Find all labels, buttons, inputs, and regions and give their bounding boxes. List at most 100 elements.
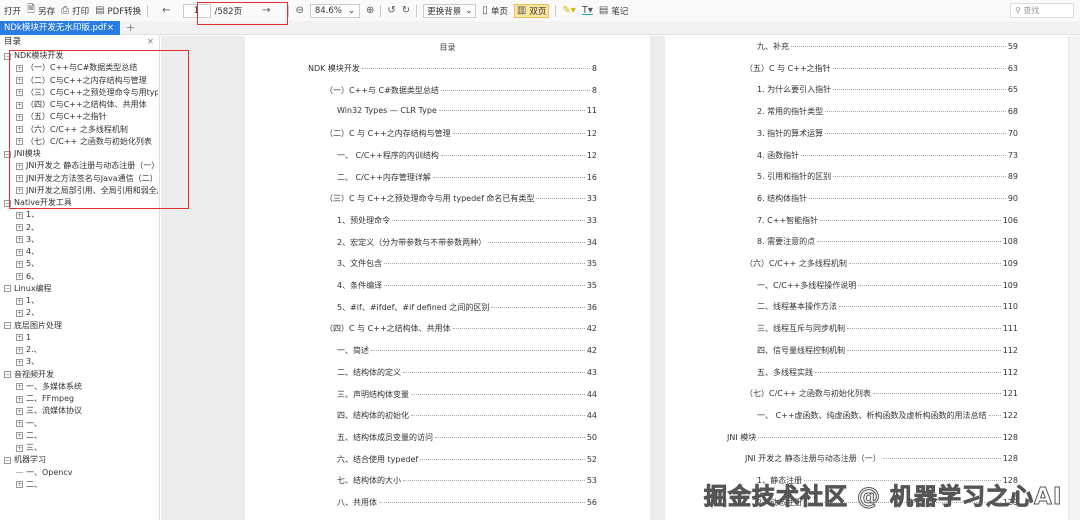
expand-icon[interactable]: +: [16, 432, 23, 440]
expand-icon[interactable]: +: [16, 395, 23, 403]
toc-entry[interactable]: 五、结构体成员变量的访问 50: [337, 432, 597, 443]
pdf-convert-button[interactable]: ▤ PDF转换: [95, 5, 141, 17]
toc-entry[interactable]: 九、补充 59: [757, 41, 1018, 52]
outline-item[interactable]: − JNI模块: [0, 148, 158, 160]
outline-item[interactable]: +2、: [0, 222, 158, 234]
zoom-out-icon[interactable]: ⊖: [295, 5, 303, 16]
toc-entry[interactable]: 4、条件编译 35: [337, 280, 597, 291]
text-color-icon[interactable]: T▾: [582, 5, 593, 16]
outline-item[interactable]: − NDK模块开发: [0, 50, 158, 62]
expand-icon[interactable]: +: [16, 162, 23, 170]
rotate-right-icon[interactable]: ↻: [402, 5, 410, 16]
toc-entry[interactable]: 三、线程互斥与同步机制 111: [757, 323, 1018, 334]
toc-entry[interactable]: JNI 开发之 静态注册与动态注册（一） 128: [745, 453, 1018, 464]
expand-icon[interactable]: +: [16, 113, 23, 121]
collapse-icon[interactable]: −: [4, 150, 11, 158]
toc-entry[interactable]: 1、预处理命令 33: [337, 215, 597, 226]
toc-entry[interactable]: 二、 C/C++内存管理详解 16: [337, 172, 597, 183]
toc-entry[interactable]: （二）C 与 C++之内存结构与管理 12: [325, 128, 597, 139]
outline-item[interactable]: + 二、FFmpeg: [0, 393, 158, 405]
outline-item[interactable]: + （七）C/C++ 之函数与初始化列表: [0, 136, 158, 148]
toc-entry[interactable]: 一、C/C++多线程操作说明 109: [757, 280, 1018, 291]
page-number-input[interactable]: 1: [182, 3, 211, 18]
toc-entry[interactable]: （一）C++与 C#数据类型总结 8: [325, 85, 597, 96]
toc-entry[interactable]: 七、结构体的大小 53: [337, 475, 597, 486]
expand-icon[interactable]: +: [16, 248, 23, 256]
print-button[interactable]: ⎙ 打印: [61, 5, 89, 17]
outline-item[interactable]: − 音视频开发: [0, 369, 158, 381]
expand-icon[interactable]: +: [16, 309, 23, 317]
toc-entry[interactable]: 4. 函数指针 73: [757, 150, 1018, 161]
outline-item[interactable]: − Native开发工具: [0, 197, 158, 209]
toc-entry[interactable]: 2. 常用的指针类型 68: [757, 106, 1018, 117]
outline-item[interactable]: +4、: [0, 246, 158, 258]
close-tab-icon[interactable]: ×: [107, 21, 114, 35]
outline-item[interactable]: 一、Opencv: [0, 467, 158, 479]
outline-item[interactable]: +6、: [0, 271, 158, 283]
toc-entry[interactable]: （六）C/C++ 之多线程机制 109: [745, 258, 1018, 269]
vertical-scrollbar[interactable]: [1070, 36, 1080, 520]
note-button[interactable]: ▤ 笔记: [599, 5, 628, 17]
outline-item[interactable]: + 三、: [0, 442, 158, 454]
close-sidebar-icon[interactable]: ×: [147, 36, 154, 49]
add-tab-button[interactable]: +: [126, 21, 135, 34]
outline-item[interactable]: + （六）C/C++ 之多线程机制: [0, 124, 158, 136]
toc-entry[interactable]: 八、共用体 56: [337, 497, 597, 508]
expand-icon[interactable]: +: [16, 334, 23, 342]
tab-document[interactable]: NDk模块开发无水印版.pdf ×: [0, 21, 120, 35]
collapse-icon[interactable]: −: [4, 456, 11, 464]
expand-icon[interactable]: +: [16, 126, 23, 134]
outline-item[interactable]: +1: [0, 332, 158, 344]
expand-icon[interactable]: +: [16, 236, 23, 244]
collapse-icon[interactable]: −: [4, 285, 11, 293]
toc-entry[interactable]: （四）C 与 C++之结构体、共用体 42: [325, 323, 597, 334]
outline-item[interactable]: +5、: [0, 258, 158, 270]
toc-entry[interactable]: 6. 结构体指针 90: [757, 193, 1018, 204]
toc-entry[interactable]: NDK 模块开发 8: [308, 63, 597, 74]
expand-icon[interactable]: +: [16, 444, 23, 452]
toc-entry[interactable]: 3、文件包含 35: [337, 258, 597, 269]
expand-icon[interactable]: [16, 472, 23, 474]
expand-icon[interactable]: +: [16, 224, 23, 232]
outline-item[interactable]: +1、: [0, 209, 158, 221]
highlighter-icon[interactable]: ✎▾: [562, 5, 575, 16]
expand-icon[interactable]: +: [16, 101, 23, 109]
expand-icon[interactable]: +: [16, 407, 23, 415]
toc-entry[interactable]: 1. 为什么要引入指针 65: [757, 84, 1018, 95]
expand-icon[interactable]: +: [16, 138, 23, 146]
expand-icon[interactable]: +: [16, 346, 23, 354]
double-page-button[interactable]: ▥ 双页: [513, 3, 550, 18]
single-page-button[interactable]: ▯ 单页: [482, 5, 508, 17]
collapse-icon[interactable]: −: [4, 52, 11, 60]
toc-entry[interactable]: 三、声明结构体变量 44: [337, 389, 597, 400]
outline-item[interactable]: + JNI开发之方法签名与Java通信（二）: [0, 173, 158, 185]
toc-entry[interactable]: 四、信号量线程控制机制 112: [757, 345, 1018, 356]
outline-item[interactable]: +2、: [0, 307, 158, 319]
outline-item[interactable]: +2.、: [0, 344, 158, 356]
zoom-in-icon[interactable]: ⊕: [366, 5, 374, 16]
toc-entry[interactable]: 五、多线程实践 112: [757, 367, 1018, 378]
expand-icon[interactable]: +: [16, 175, 23, 183]
expand-icon[interactable]: +: [16, 89, 23, 97]
toc-entry[interactable]: 六、结合使用 typedef 52: [337, 454, 597, 465]
outline-item[interactable]: + JNI开发之 静态注册与动态注册（一）: [0, 160, 158, 172]
outline-item[interactable]: + 一、多媒体系统: [0, 381, 158, 393]
outline-item[interactable]: +3、: [0, 356, 158, 368]
toc-entry[interactable]: 5、#if、#ifdef、#if defined 之间的区别 36: [337, 302, 597, 313]
outline-item[interactable]: + 一、: [0, 418, 158, 430]
expand-icon[interactable]: +: [16, 64, 23, 72]
expand-icon[interactable]: +: [16, 358, 23, 366]
outline-item[interactable]: + （二）C与C++之内存结构与管理: [0, 75, 158, 87]
background-select[interactable]: 更换背景 ⌄: [423, 3, 477, 18]
next-page-icon[interactable]: →: [262, 5, 270, 16]
toc-entry[interactable]: 5. 引用和指针的区别 89: [757, 171, 1018, 182]
outline-item[interactable]: +1、: [0, 295, 158, 307]
prev-page-icon[interactable]: ←: [162, 5, 170, 16]
outline-item[interactable]: + （四）C与C++之结构体、共用体: [0, 99, 158, 111]
expand-icon[interactable]: +: [16, 273, 23, 281]
collapse-icon[interactable]: −: [4, 199, 11, 207]
outline-item[interactable]: − Linux编程: [0, 283, 158, 295]
expand-icon[interactable]: +: [16, 211, 23, 219]
save-as-button[interactable]: 🗎 另存: [27, 2, 55, 19]
toc-entry[interactable]: （五）C 与 C++之指针 63: [745, 63, 1018, 74]
